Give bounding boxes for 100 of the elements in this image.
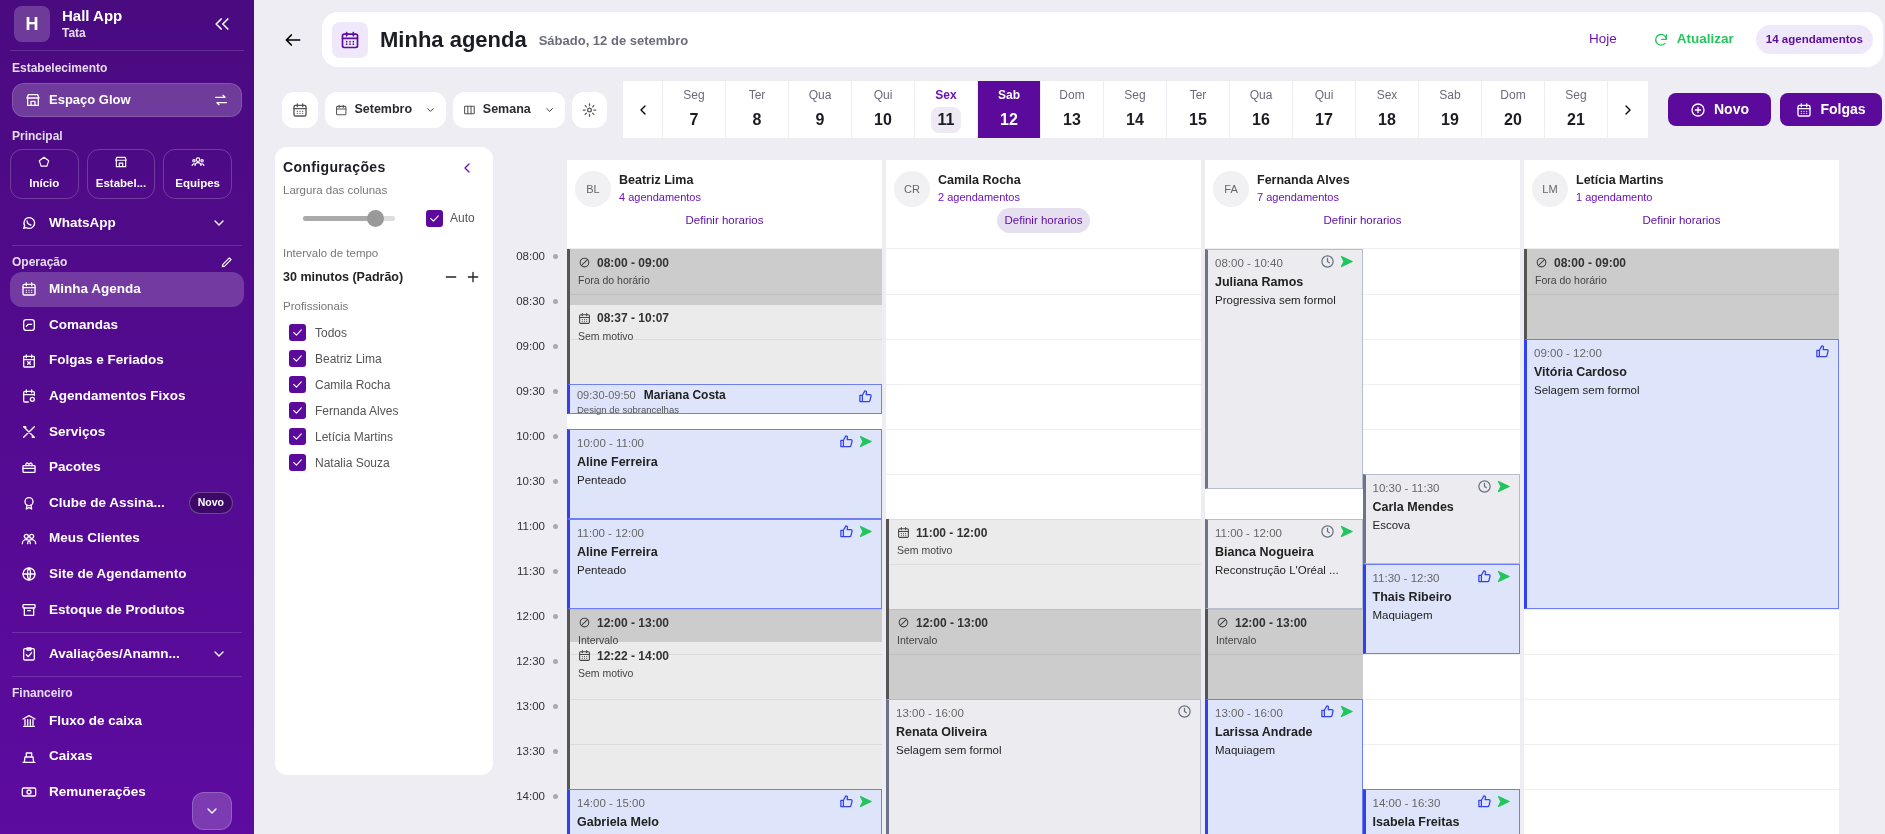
event-note: Sem motivo <box>578 328 634 344</box>
blocked-icon <box>1535 256 1548 270</box>
sidebar-item[interactable]: Serviços <box>10 413 244 450</box>
checkbox[interactable] <box>289 402 306 419</box>
sidebar-item[interactable]: Comandas <box>10 307 244 343</box>
appointment-card[interactable]: 10:30 - 11:30 Carla Mendes Escova <box>1362 474 1520 565</box>
day-tab[interactable]: Dom 13 <box>1041 81 1104 138</box>
appointment-card[interactable]: 10:00 - 11:00 Aline Ferreira Penteado <box>567 429 882 520</box>
days-off-button[interactable]: Folgas <box>1780 93 1882 126</box>
service-name: Maquiagem <box>1372 608 1433 624</box>
appointment-card[interactable]: 09:00 - 12:00 Vitória Cardoso Selagem sem formol <box>1524 339 1839 610</box>
section-label: Estabelecimento <box>11 60 109 77</box>
appointment-card[interactable]: 09:30-09:50 Mariana Costa Design de sobrancelhas <box>567 384 882 415</box>
event-time: 09:30-09:50 <box>577 387 636 403</box>
establishment-selector[interactable]: Espaço Glow <box>12 83 242 117</box>
settings-button[interactable] <box>572 91 607 128</box>
day-tab[interactable]: Ter 8 <box>726 81 789 138</box>
checkmark-icon <box>291 378 304 391</box>
thumbs-up-icon <box>1477 569 1492 585</box>
day-tab[interactable]: Sex 11 <box>915 81 978 138</box>
sidebar-item[interactable]: Folgas e Feriados <box>10 342 244 379</box>
calendar-icon <box>21 281 37 298</box>
send-arrow-icon <box>1496 569 1511 585</box>
refresh-icon <box>1652 31 1669 48</box>
sidebar-item[interactable]: Meus Clientes <box>10 520 244 557</box>
checkbox[interactable] <box>426 209 443 227</box>
month-dropdown[interactable]: Setembro <box>325 91 446 128</box>
blocked-time-block[interactable]: 12:00 - 13:00 Intervalo <box>567 609 882 643</box>
blocked-time-block[interactable]: 08:00 - 09:00 Fora do horário <box>1524 249 1839 340</box>
shortcut-tile[interactable]: Início <box>10 149 79 199</box>
blocked-time-block[interactable]: 12:00 - 13:00 Intervalo <box>1205 609 1363 700</box>
event-time: 09:00 - 12:00 <box>1534 346 1602 362</box>
sidebar-item[interactable]: Agendamentos Fixos <box>10 378 244 414</box>
absence-block[interactable]: 11:00 - 12:00 Sem motivo <box>886 519 1201 610</box>
event-time: 08:37 - 10:07 <box>597 310 670 328</box>
appointment-card[interactable]: 08:00 - 10:40 Juliana Ramos Progressiva sem formol <box>1205 249 1363 490</box>
day-tab[interactable]: Sex 18 <box>1356 81 1419 138</box>
sidebar-item[interactable]: Avaliações/Anamn... <box>10 636 244 673</box>
day-tab[interactable]: Seg 21 <box>1545 81 1608 138</box>
time-label: 09:30 <box>515 384 545 399</box>
new-appointment-button[interactable]: Novo <box>1668 93 1771 126</box>
professional-name: Beatriz Lima <box>619 173 695 189</box>
calendar-button[interactable] <box>282 91 318 128</box>
day-tab[interactable]: Ter 15 <box>1167 81 1230 138</box>
client-name: Thais Ribeiro <box>1372 589 1452 607</box>
absence-block[interactable]: 08:37 - 10:07 Sem motivo <box>567 304 882 385</box>
sidebar-item[interactable]: Remunerações <box>10 774 244 810</box>
checkbox[interactable] <box>289 324 306 341</box>
day-tab[interactable]: Qua 9 <box>789 81 852 138</box>
checkmark-icon <box>291 456 304 469</box>
appointment-card[interactable]: 11:00 - 12:00 Bianca Nogueira Reconstrução L'Oréal ... <box>1205 519 1363 610</box>
checkbox[interactable] <box>289 376 306 393</box>
thumbs-up-icon <box>1477 794 1492 810</box>
appointment-card[interactable]: 13:00 - 16:00 Larissa Andrade Maquiagem <box>1205 699 1363 834</box>
send-arrow-icon <box>1338 704 1354 720</box>
day-tab[interactable]: Qui 17 <box>1293 81 1356 138</box>
sidebar-item[interactable]: Clube de Assina... Novo <box>10 485 244 521</box>
calendar-x-icon <box>21 352 37 369</box>
appointment-count: 4 agendamentos <box>619 190 701 205</box>
day-tab[interactable]: Dom 20 <box>1482 81 1545 138</box>
sidebar-item[interactable]: Minha Agenda <box>10 271 244 308</box>
set-hours-button[interactable]: Definir horarios <box>996 208 1091 234</box>
sidebar-item[interactable]: Estoque de Produtos <box>10 591 244 628</box>
sidebar-item[interactable]: Site de Agendamento <box>10 556 244 592</box>
appointment-card[interactable]: 11:00 - 12:00 Aline Ferreira Penteado <box>567 519 882 610</box>
shortcut-tile[interactable]: Estabel... <box>86 149 156 199</box>
blocked-time-block[interactable]: 08:00 - 09:00 Fora do horário <box>567 249 882 305</box>
checkmark-icon <box>291 430 304 443</box>
page-title: Minha agenda <box>380 26 527 54</box>
shortcut-tile[interactable]: Equipes <box>163 149 232 199</box>
sidebar-item[interactable]: WhatsApp <box>10 205 244 241</box>
appointment-count: 2 agendamentos <box>938 190 1021 205</box>
day-tab[interactable]: Qua 16 <box>1230 81 1293 138</box>
sidebar-item[interactable]: Fluxo de caixa <box>10 703 244 739</box>
thumbs-up-icon <box>839 434 854 450</box>
sidebar-item[interactable]: Caixas <box>10 738 244 775</box>
day-tab[interactable]: Seg 7 <box>663 81 726 138</box>
day-tab[interactable]: Qui 10 <box>852 81 915 138</box>
client-name: Mariana Costa <box>643 387 726 405</box>
event-time: 14:00 - 15:00 <box>577 796 645 812</box>
sidebar-item[interactable]: Pacotes <box>10 449 244 486</box>
day-tab[interactable]: Sab 19 <box>1419 81 1482 138</box>
day-tab[interactable]: Sab 12 <box>978 81 1041 138</box>
slider-thumb[interactable] <box>366 209 384 227</box>
checkbox[interactable] <box>289 454 306 471</box>
blocked-time-block[interactable]: 12:00 - 13:00 Intervalo <box>886 609 1201 700</box>
appointment-card[interactable]: 13:00 - 16:00 Renata Oliveira Selagem sem formol <box>886 699 1201 834</box>
day-tab[interactable]: Seg 14 <box>1104 81 1167 138</box>
today-link[interactable]: Hoje <box>1589 29 1617 50</box>
edit-icon[interactable] <box>220 254 234 269</box>
checkbox[interactable] <box>289 428 306 445</box>
appointment-card[interactable]: 14:00 - 16:30 Isabela Freitas <box>1362 789 1520 834</box>
calendar-clock-icon <box>21 388 37 405</box>
service-name: Selagem sem formol <box>896 743 1002 759</box>
view-dropdown[interactable]: Semana <box>453 91 565 128</box>
client-name: Aline Ferreira <box>577 544 658 562</box>
user-name: Tata <box>62 25 87 41</box>
appointment-card[interactable]: 14:00 - 15:00 Gabriela Melo <box>567 789 882 834</box>
appointment-card[interactable]: 11:30 - 12:30 Thais Ribeiro Maquiagem <box>1362 564 1520 655</box>
checkbox[interactable] <box>289 350 306 367</box>
